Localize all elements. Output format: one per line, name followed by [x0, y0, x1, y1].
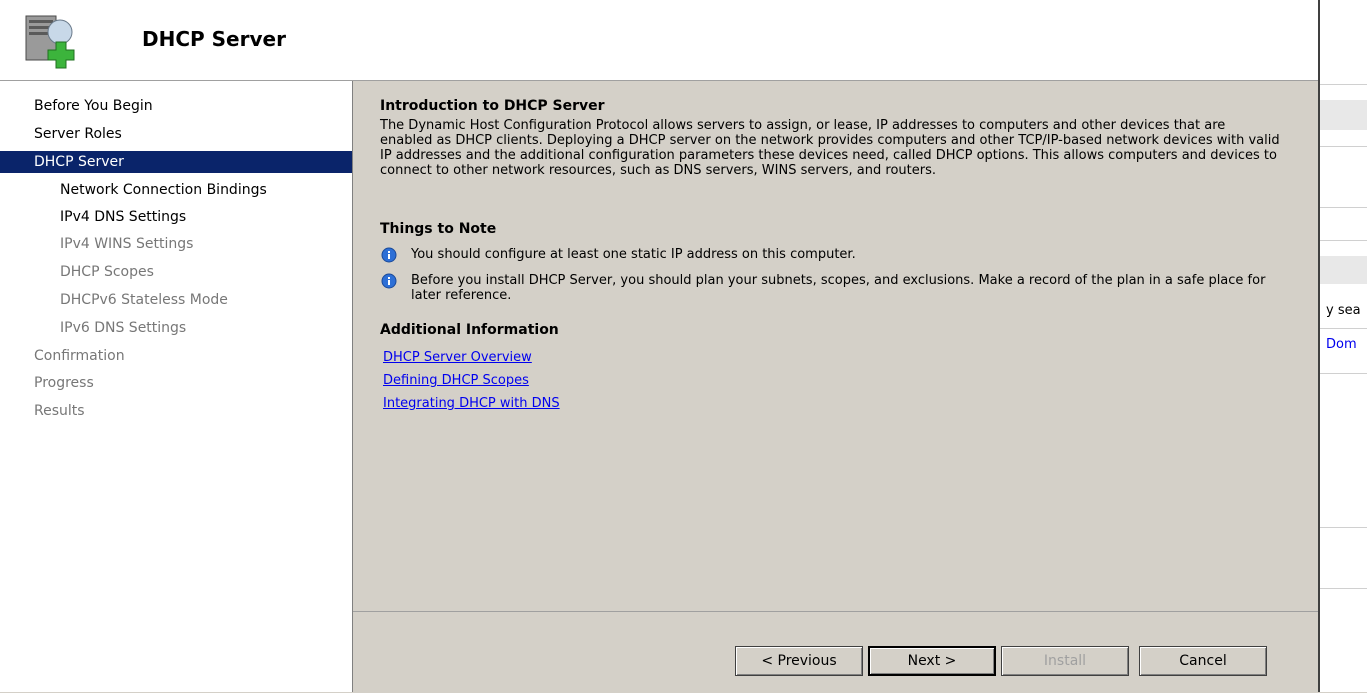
- panel-band: [1320, 256, 1367, 284]
- link-defining-dhcp-scopes[interactable]: Defining DHCP Scopes: [383, 373, 529, 388]
- nav-item-server-roles[interactable]: Server Roles: [0, 123, 352, 145]
- info-icon: [381, 273, 397, 289]
- divider: [1320, 146, 1367, 147]
- intro-heading: Introduction to DHCP Server: [380, 98, 605, 114]
- divider: [1320, 207, 1367, 208]
- nav-item-dhcpv6-stateless-mode: DHCPv6 Stateless Mode: [60, 292, 228, 308]
- nav-item-ipv4-wins-settings: IPv4 WINS Settings: [60, 236, 194, 252]
- link-dhcp-server-overview[interactable]: DHCP Server Overview: [383, 350, 532, 365]
- nav-item-ipv6-dns-settings: IPv6 DNS Settings: [60, 320, 187, 336]
- nav-item-dhcp-server[interactable]: DHCP Server: [0, 151, 352, 173]
- divider: [1320, 527, 1367, 528]
- wizard-header: DHCP Server: [0, 0, 1318, 81]
- info-icon: [381, 247, 397, 263]
- note-text: You should configure at least one static…: [411, 247, 856, 262]
- note-text: Before you install DHCP Server, you shou…: [411, 273, 1266, 303]
- background-text: y sea: [1326, 303, 1361, 318]
- next-button[interactable]: Next >: [868, 646, 996, 676]
- server-add-icon: [25, 15, 75, 69]
- divider: [1320, 328, 1367, 329]
- previous-button[interactable]: < Previous: [735, 646, 863, 676]
- intro-paragraph: The Dynamic Host Configuration Protocol …: [380, 118, 1280, 178]
- divider: [1320, 588, 1367, 589]
- notes-heading: Things to Note: [380, 221, 497, 237]
- install-button: Install: [1001, 646, 1129, 676]
- divider: [1320, 84, 1367, 85]
- nav-item-results: Results: [34, 403, 85, 419]
- nav-item-ipv4-dns-settings[interactable]: IPv4 DNS Settings: [0, 206, 352, 228]
- link-integrating-dhcp-with-dns[interactable]: Integrating DHCP with DNS: [383, 396, 560, 411]
- note-item: You should configure at least one static…: [381, 247, 1281, 265]
- page-title: DHCP Server: [142, 27, 286, 51]
- nav-item-confirmation: Confirmation: [34, 348, 125, 364]
- nav-item-dhcp-scopes: DHCP Scopes: [60, 264, 154, 280]
- note-item: Before you install DHCP Server, you shou…: [381, 273, 1281, 305]
- nav-item-network-connection-bindings[interactable]: Network Connection Bindings: [0, 179, 352, 201]
- cancel-button[interactable]: Cancel: [1139, 646, 1267, 676]
- nav-item-before-you-begin[interactable]: Before You Begin: [0, 95, 352, 117]
- nav-item-progress: Progress: [34, 375, 94, 391]
- background-window: y sea Dom: [1318, 0, 1367, 692]
- wizard-steps-nav: Before You Begin Server Roles DHCP Serve…: [0, 81, 353, 692]
- panel-band: [1320, 100, 1367, 130]
- divider: [1320, 373, 1367, 374]
- wizard-content: Introduction to DHCP Server The Dynamic …: [353, 81, 1318, 692]
- divider: [1320, 240, 1367, 241]
- additional-info-heading: Additional Information: [380, 322, 559, 338]
- background-link[interactable]: Dom: [1326, 337, 1367, 352]
